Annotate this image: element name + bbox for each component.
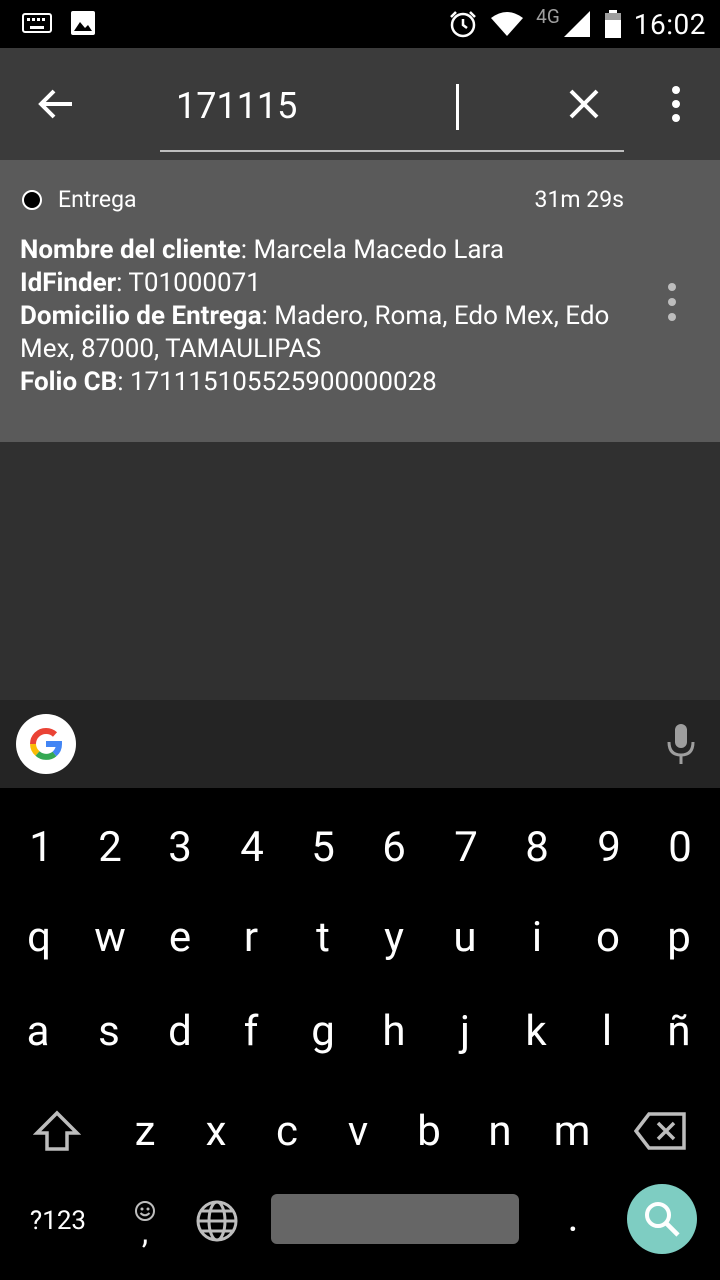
key-5[interactable]: 5 (288, 802, 358, 892)
signal-icon (563, 11, 590, 37)
key-l[interactable]: l (572, 986, 642, 1076)
key-t[interactable]: t (288, 892, 358, 982)
arrow-back-icon (38, 89, 72, 119)
clear-search-button[interactable] (560, 80, 608, 128)
key-v[interactable]: v (323, 1086, 393, 1176)
key-a[interactable]: a (3, 986, 73, 1076)
space-key[interactable] (271, 1194, 519, 1244)
clock-time: 16:02 (633, 7, 706, 41)
key-6[interactable]: 6 (359, 802, 429, 892)
key-2[interactable]: 2 (75, 802, 145, 892)
keyboard-suggestion-bar (0, 700, 720, 788)
client-name-row: Nombre del cliente: Marcela Macedo Lara (20, 235, 504, 265)
keyboard-search-button[interactable] (627, 1184, 697, 1254)
more-vert-icon (672, 86, 680, 122)
delivery-details: Nombre del cliente: Marcela Macedo Lara … (20, 234, 630, 399)
key-9[interactable]: 9 (574, 802, 644, 892)
key-n[interactable]: n (465, 1086, 535, 1176)
battery-icon (604, 10, 621, 38)
key-m[interactable]: m (537, 1086, 607, 1176)
key-r[interactable]: r (216, 892, 286, 982)
key-q[interactable]: q (4, 892, 74, 982)
key-h[interactable]: h (359, 986, 429, 1076)
alarm-icon (450, 11, 477, 38)
network-type-label: 4G (536, 4, 560, 28)
key-c[interactable]: c (252, 1086, 322, 1176)
key-0[interactable]: 0 (645, 802, 715, 892)
back-button[interactable] (32, 80, 80, 128)
delivery-status-label: Entrega (58, 186, 137, 213)
key-b[interactable]: b (394, 1086, 464, 1176)
idfinder-row: IdFinder: T01000071 (20, 268, 261, 298)
field-label: Folio CB (20, 367, 118, 397)
globe-icon (196, 1200, 238, 1242)
card-menu-button[interactable] (654, 278, 690, 326)
key-x[interactable]: x (181, 1086, 251, 1176)
more-vert-icon (668, 283, 676, 321)
key-enye[interactable]: ñ (644, 986, 714, 1076)
key-o[interactable]: o (573, 892, 643, 982)
elapsed-time: 31m 29s (534, 186, 624, 213)
key-4[interactable]: 4 (217, 802, 287, 892)
key-y[interactable]: y (359, 892, 429, 982)
emoji-comma-key[interactable]: , (110, 1176, 180, 1266)
image-icon (71, 11, 95, 35)
comma-label: , (141, 1213, 149, 1251)
keyboard-icon (22, 13, 52, 33)
shift-key[interactable] (22, 1086, 92, 1176)
symbols-key[interactable]: ?123 (8, 1176, 108, 1266)
field-label: Nombre del cliente (20, 235, 241, 265)
key-8[interactable]: 8 (502, 802, 572, 892)
language-key[interactable] (182, 1176, 252, 1266)
google-g-icon (30, 728, 62, 760)
search-app-bar (0, 48, 720, 160)
key-e[interactable]: e (145, 892, 215, 982)
key-s[interactable]: s (74, 986, 144, 1076)
field-label: IdFinder (20, 268, 117, 298)
voice-input-button[interactable] (664, 722, 698, 766)
period-key[interactable]: . (538, 1172, 608, 1262)
text-cursor (456, 84, 459, 130)
folio-row: Folio CB: 171115105525900000028 (20, 367, 437, 397)
results-empty-area (0, 442, 720, 700)
close-icon (569, 89, 599, 119)
key-g[interactable]: g (288, 986, 358, 1076)
wifi-icon (491, 12, 524, 36)
address-row: Domicilio de Entrega: Madero, Roma, Edo … (20, 301, 610, 364)
overflow-menu-button[interactable] (652, 80, 700, 128)
key-z[interactable]: z (110, 1086, 180, 1176)
key-w[interactable]: w (75, 892, 145, 982)
backspace-key[interactable] (626, 1086, 696, 1176)
search-field[interactable] (160, 70, 624, 152)
search-icon (645, 1202, 680, 1237)
key-d[interactable]: d (145, 986, 215, 1076)
shift-icon (33, 1110, 81, 1151)
key-p[interactable]: p (644, 892, 714, 982)
client-name-value: Marcela Macedo Lara (253, 235, 504, 265)
microphone-icon (667, 724, 695, 764)
delivery-result-card[interactable]: Entrega 31m 29s Nombre del cliente: Marc… (0, 160, 720, 442)
search-input[interactable] (176, 80, 556, 132)
status-indicator-icon (22, 190, 42, 210)
field-label: Domicilio de Entrega (20, 301, 262, 331)
key-f[interactable]: f (216, 986, 286, 1076)
key-7[interactable]: 7 (431, 802, 501, 892)
idfinder-value: T01000071 (128, 268, 261, 298)
google-search-button[interactable] (16, 714, 76, 774)
folio-value: 171115105525900000028 (129, 367, 437, 397)
key-u[interactable]: u (430, 892, 500, 982)
status-bar: 4G 16:02 (0, 0, 720, 48)
key-3[interactable]: 3 (145, 802, 215, 892)
on-screen-keyboard: 1 2 3 4 5 6 7 8 9 0 q w e r t y u i o p … (0, 788, 720, 1280)
key-j[interactable]: j (430, 986, 500, 1076)
key-1[interactable]: 1 (6, 802, 76, 892)
key-i[interactable]: i (502, 892, 572, 982)
key-k[interactable]: k (501, 986, 571, 1076)
backspace-icon (634, 1112, 686, 1150)
